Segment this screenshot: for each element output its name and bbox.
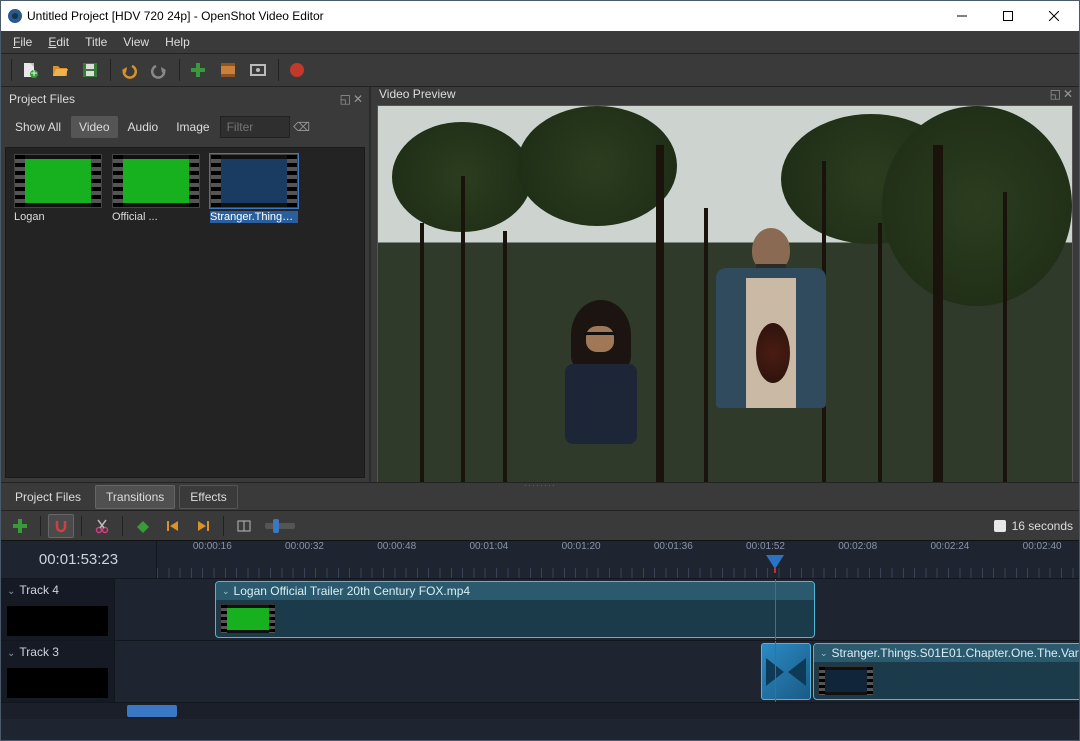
track-header[interactable]: ⌄Track 4 [1, 579, 115, 640]
center-playhead-button[interactable] [231, 514, 257, 538]
timecode-display: 00:01:53:23 [1, 541, 157, 578]
snap-button[interactable] [48, 514, 74, 538]
project-item[interactable]: Stranger.Things.... [208, 154, 300, 471]
panel-close-icon[interactable]: ✕ [1063, 87, 1073, 101]
project-files-panel: Project Files ◱ ✕ Show All Video Audio I… [1, 87, 371, 482]
length-icon [994, 520, 1006, 532]
app-icon [7, 8, 23, 24]
svg-text:+: + [30, 66, 37, 79]
profile-button[interactable] [214, 56, 242, 84]
project-items-area[interactable]: Logan Official ... Stranger.Things.... [5, 147, 365, 478]
track-body[interactable]: ⌄Logan Official Trailer 20th Century FOX… [115, 579, 1079, 640]
main-toolbar: + [1, 53, 1079, 87]
timeline-clip[interactable]: ⌄Stranger.Things.S01E01.Chapter.One.The.… [813, 643, 1079, 700]
filter-input[interactable] [220, 116, 290, 138]
project-item[interactable]: Official ... [110, 154, 202, 471]
filter-audio[interactable]: Audio [120, 116, 167, 138]
preview-figure-girl [558, 300, 643, 450]
maximize-button[interactable] [987, 1, 1033, 31]
filter-image[interactable]: Image [168, 116, 217, 138]
titlebar: Untitled Project [HDV 720 24p] - OpenSho… [1, 1, 1079, 31]
timeline-h-scrollbar[interactable] [1, 703, 1079, 719]
track-row: ⌄Track 3 ⌄Stranger.Things.S01E01.Chapter… [1, 641, 1079, 703]
track-body[interactable]: ⌄Stranger.Things.S01E01.Chapter.One.The.… [115, 641, 1079, 702]
tab-transitions[interactable]: Transitions [95, 485, 175, 509]
track-header[interactable]: ⌄Track 3 [1, 641, 115, 702]
minimize-button[interactable] [941, 1, 987, 31]
project-files-title: Project Files [9, 92, 340, 106]
razor-button[interactable] [89, 514, 115, 538]
undo-button[interactable] [115, 56, 143, 84]
add-track-button[interactable] [7, 514, 33, 538]
bottom-panel-tabs: Project Files Transitions Effects ······… [1, 482, 1079, 510]
chevron-down-icon: ⌄ [7, 586, 15, 597]
preview-frame [378, 106, 1072, 496]
panel-close-icon[interactable]: ✕ [353, 92, 363, 106]
track-row: ⌄Track 4 ⌄Logan Official Trailer 20th Ce… [1, 579, 1079, 641]
menu-title[interactable]: Title [77, 33, 115, 51]
timeline: 00:01:53:23 00:00:16 00:00:32 00:00:48 0… [1, 540, 1079, 740]
timeline-length-label: 16 seconds [994, 519, 1073, 533]
filter-show-all[interactable]: Show All [7, 116, 69, 138]
chevron-down-icon: ⌄ [7, 648, 15, 659]
timeline-ruler[interactable]: 00:01:53:23 00:00:16 00:00:32 00:00:48 0… [1, 541, 1079, 579]
tab-project-files[interactable]: Project Files [5, 486, 91, 508]
preview-figure-man [711, 228, 831, 438]
filter-row: Show All Video Audio Image ⌫ [1, 111, 369, 143]
add-marker-button[interactable] [130, 514, 156, 538]
chevron-down-icon: ⌄ [820, 648, 828, 659]
menubar: File Edit Title View Help [1, 31, 1079, 53]
transition-clip[interactable] [761, 643, 811, 700]
redo-button[interactable] [145, 56, 173, 84]
timeline-toolbar: 16 seconds [1, 510, 1079, 540]
next-marker-button[interactable] [190, 514, 216, 538]
menu-file[interactable]: File [5, 33, 40, 51]
filter-clear-icon[interactable]: ⌫ [292, 117, 312, 137]
scrollbar-thumb[interactable] [127, 705, 177, 717]
main-area: Project Files ◱ ✕ Show All Video Audio I… [1, 87, 1079, 482]
window-title: Untitled Project [HDV 720 24p] - OpenSho… [27, 9, 941, 23]
menu-edit[interactable]: Edit [40, 33, 77, 51]
app-window: Untitled Project [HDV 720 24p] - OpenSho… [0, 0, 1080, 741]
tab-effects[interactable]: Effects [179, 485, 237, 509]
chevron-down-icon: ⌄ [222, 586, 230, 597]
menu-help[interactable]: Help [157, 33, 198, 51]
project-item[interactable]: Logan [12, 154, 104, 471]
menu-view[interactable]: View [115, 33, 157, 51]
splitter-handle[interactable]: ········ [524, 480, 556, 490]
timeline-clip[interactable]: ⌄Logan Official Trailer 20th Century FOX… [215, 581, 815, 638]
save-project-button[interactable] [76, 56, 104, 84]
ruler-ticks[interactable]: 00:00:16 00:00:32 00:00:48 00:01:04 00:0… [157, 541, 1079, 578]
fullscreen-button[interactable] [244, 56, 272, 84]
zoom-slider[interactable] [265, 523, 295, 529]
export-button[interactable] [283, 56, 311, 84]
video-preview-title: Video Preview [379, 87, 1050, 101]
filter-video[interactable]: Video [71, 116, 117, 138]
video-preview-panel: Video Preview ◱ ✕ [371, 87, 1079, 482]
panel-float-icon[interactable]: ◱ [1050, 87, 1061, 101]
preview-canvas[interactable] [377, 105, 1073, 497]
panel-float-icon[interactable]: ◱ [340, 92, 351, 106]
import-files-button[interactable] [184, 56, 212, 84]
close-button[interactable] [1033, 1, 1079, 31]
prev-marker-button[interactable] [160, 514, 186, 538]
new-project-button[interactable]: + [16, 56, 44, 84]
open-project-button[interactable] [46, 56, 74, 84]
